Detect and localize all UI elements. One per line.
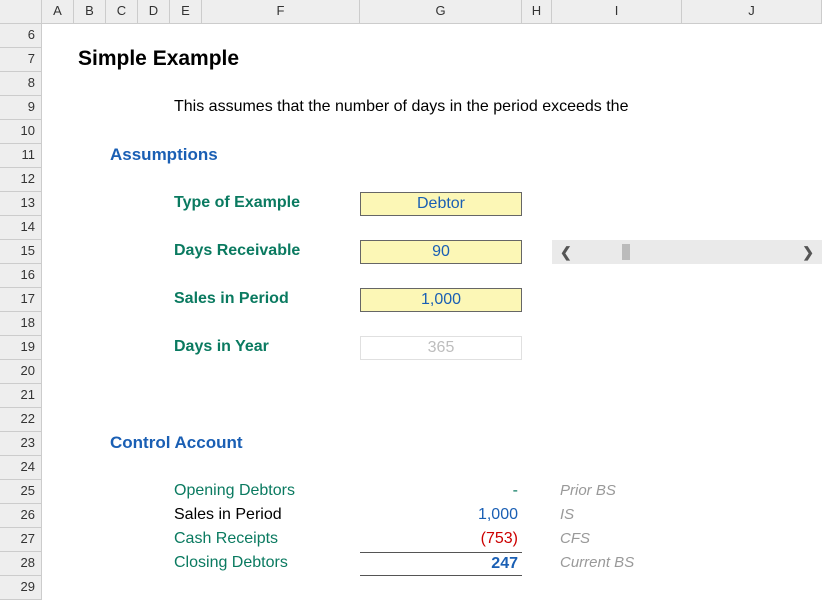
row-header-19[interactable]: 19 <box>0 336 42 360</box>
spreadsheet-grid: A B C D E F G H I J 6 7 Simple Example 8… <box>0 0 822 600</box>
row-header-21[interactable]: 21 <box>0 384 42 408</box>
row-header-27[interactable]: 27 <box>0 528 42 552</box>
row-header-22[interactable]: 22 <box>0 408 42 432</box>
opening-note: Prior BS <box>552 480 822 504</box>
row-header-20[interactable]: 20 <box>0 360 42 384</box>
row-header-24[interactable]: 24 <box>0 456 42 480</box>
chevron-right-icon[interactable]: ❯ <box>802 244 814 261</box>
days-year-value: 365 <box>360 336 522 360</box>
days-year-label: Days in Year <box>170 336 360 360</box>
row-header-26[interactable]: 26 <box>0 504 42 528</box>
page-title: Simple Example <box>74 48 822 72</box>
col-header-E[interactable]: E <box>170 0 202 24</box>
row-header-14[interactable]: 14 <box>0 216 42 240</box>
opening-value: - <box>360 480 522 504</box>
row-header-29[interactable]: 29 <box>0 576 42 600</box>
cash-value: (753) <box>360 528 522 552</box>
corner-cell <box>0 0 42 24</box>
sales-row-note: IS <box>552 504 822 528</box>
section-control: Control Account <box>106 432 822 456</box>
col-header-D[interactable]: D <box>138 0 170 24</box>
row-header-25[interactable]: 25 <box>0 480 42 504</box>
row-header-6[interactable]: 6 <box>0 24 42 48</box>
closing-note: Current BS <box>552 552 822 576</box>
cash-note: CFS <box>552 528 822 552</box>
row-header-8[interactable]: 8 <box>0 72 42 96</box>
days-recv-scrollbar[interactable]: ❮ ❯ <box>552 240 822 264</box>
closing-value: 247 <box>360 552 522 576</box>
row-header-7[interactable]: 7 <box>0 48 42 72</box>
cash-label: Cash Receipts <box>170 528 360 552</box>
days-recv-label: Days Receivable <box>170 240 360 264</box>
sales-label: Sales in Period <box>170 288 360 312</box>
row-header-23[interactable]: 23 <box>0 432 42 456</box>
row-header-15[interactable]: 15 <box>0 240 42 264</box>
opening-label: Opening Debtors <box>170 480 360 504</box>
type-label: Type of Example <box>170 192 360 216</box>
col-header-B[interactable]: B <box>74 0 106 24</box>
row-header-10[interactable]: 10 <box>0 120 42 144</box>
col-header-G[interactable]: G <box>360 0 522 24</box>
col-header-F[interactable]: F <box>202 0 360 24</box>
days-recv-input[interactable]: 90 <box>360 240 522 264</box>
col-header-C[interactable]: C <box>106 0 138 24</box>
row-header-28[interactable]: 28 <box>0 552 42 576</box>
row-header-12[interactable]: 12 <box>0 168 42 192</box>
sales-input[interactable]: 1,000 <box>360 288 522 312</box>
row-header-13[interactable]: 13 <box>0 192 42 216</box>
col-header-A[interactable]: A <box>42 0 74 24</box>
section-assumptions: Assumptions <box>106 144 822 168</box>
row-header-17[interactable]: 17 <box>0 288 42 312</box>
col-header-I[interactable]: I <box>552 0 682 24</box>
col-header-H[interactable]: H <box>522 0 552 24</box>
subtitle-text: This assumes that the number of days in … <box>170 96 822 120</box>
type-input[interactable]: Debtor <box>360 192 522 216</box>
sales-row-value: 1,000 <box>360 504 522 528</box>
closing-label: Closing Debtors <box>170 552 360 576</box>
row-header-11[interactable]: 11 <box>0 144 42 168</box>
row-header-9[interactable]: 9 <box>0 96 42 120</box>
col-header-J[interactable]: J <box>682 0 822 24</box>
row-header-18[interactable]: 18 <box>0 312 42 336</box>
chevron-left-icon[interactable]: ❮ <box>560 244 572 261</box>
sales-row-label: Sales in Period <box>170 504 360 528</box>
scrollbar-thumb[interactable] <box>622 244 630 260</box>
row-header-16[interactable]: 16 <box>0 264 42 288</box>
